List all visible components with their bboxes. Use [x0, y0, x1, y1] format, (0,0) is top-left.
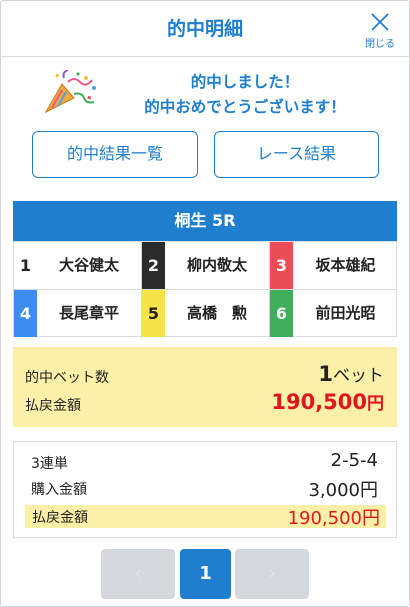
close-button[interactable]: 閉じる	[362, 10, 398, 50]
racer-number-badge: 3	[270, 242, 293, 289]
dialog-header: 的中明細 閉じる	[0, 0, 410, 57]
hit-bets-count: 1	[318, 362, 333, 386]
close-icon	[371, 13, 389, 31]
racer-number-badge: 2	[142, 242, 165, 289]
hit-message: 的中しました！ 的中おめでとうございます！	[80, 70, 410, 120]
race-results-button[interactable]: レース結果	[214, 131, 379, 178]
purchase-value: 3,000円	[308, 480, 378, 501]
racer-cell: 4 長尾章平	[14, 290, 142, 338]
race-title: 桐生 5R	[13, 201, 397, 241]
payout-total-value: 190,500	[271, 390, 367, 414]
racer-cell: 3 坂本雄紀	[270, 242, 398, 290]
racer-name: 坂本雄紀	[315, 256, 376, 274]
racer-cell: 5 高橋 勲	[142, 290, 270, 338]
bet-combination: 2-5-4	[330, 450, 378, 471]
racer-number-badge: 5	[142, 290, 165, 337]
detail-payout-row: 払戻金額 190,500円	[25, 505, 386, 529]
hit-bets-unit: ベット	[333, 366, 384, 386]
payout-label: 払戻金額	[25, 398, 81, 414]
payout-total-unit: 円	[367, 394, 384, 414]
detail-payout-label: 払戻金額	[32, 510, 88, 526]
bet-type: 3連単	[31, 456, 68, 472]
racer-cell: 6 前田光昭	[270, 290, 398, 338]
racer-grid: 1 大谷健太 2 柳内敬太 3 坂本雄紀 4 長尾章平 5 高橋 勲 6 前田光…	[13, 241, 398, 338]
next-page-button[interactable]: ›	[235, 549, 309, 599]
racer-name: 前田光昭	[315, 304, 376, 322]
racer-name: 高橋 勲	[186, 304, 247, 322]
purchase-label: 購入金額	[31, 482, 87, 498]
hit-bets-label: 的中ベット数	[25, 370, 109, 386]
detail-payout-value: 190,500円	[287, 508, 380, 529]
racer-name: 長尾章平	[58, 304, 119, 322]
racer-number-badge: 6	[270, 290, 293, 337]
close-label: 閉じる	[365, 39, 395, 50]
page-1-button[interactable]: 1	[180, 549, 231, 599]
payout-total: 190,500円	[271, 389, 384, 414]
racer-name: 柳内敬太	[186, 256, 247, 274]
hit-message-line2: 的中おめでとうございます！	[144, 98, 346, 116]
hit-bets-value: 1ベット	[318, 361, 384, 386]
racer-number-badge: 1	[14, 242, 37, 289]
hit-summary: 的中ベット数 1ベット 払戻金額 190,500円	[13, 347, 397, 427]
racer-cell: 2 柳内敬太	[142, 242, 270, 290]
dialog-title: 的中明細	[166, 18, 243, 40]
racer-cell: 1 大谷健太	[14, 242, 142, 290]
prev-page-button[interactable]: ‹	[101, 549, 175, 599]
hit-message-line1: 的中しました！	[190, 73, 300, 91]
racer-name: 大谷健太	[58, 256, 119, 274]
bet-detail: 3連単 2-5-4 購入金額 3,000円 払戻金額 190,500円	[13, 441, 397, 538]
racer-number-badge: 4	[14, 290, 37, 337]
hit-results-list-button[interactable]: 的中結果一覧	[32, 131, 198, 178]
